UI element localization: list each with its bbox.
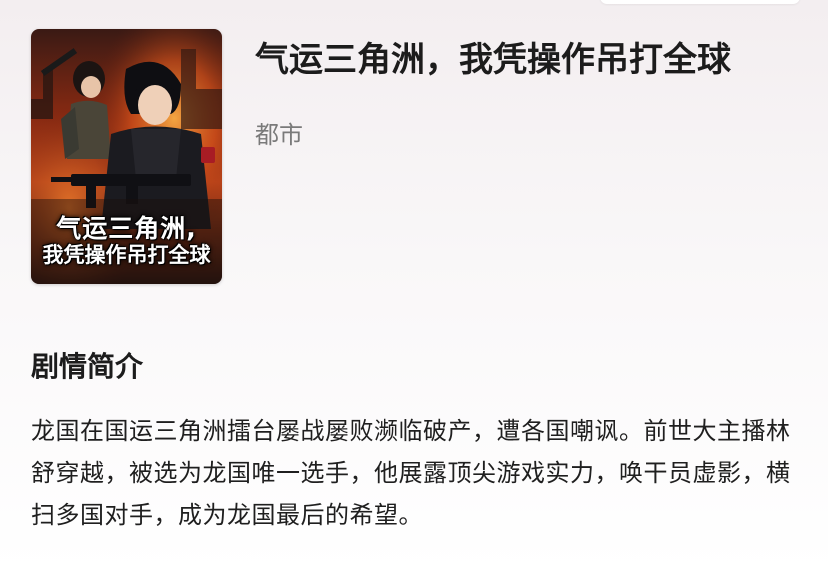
- synopsis-heading: 剧情简介: [31, 350, 144, 383]
- cover-title-line-2: 我凭操作吊打全球: [42, 243, 211, 267]
- book-cover[interactable]: 气运三角洲, 我凭操作吊打全球: [31, 29, 222, 284]
- top-pill-decoration: [600, 0, 800, 4]
- book-title: 气运三角洲，我凭操作吊打全球: [255, 40, 731, 80]
- synopsis-text: 龙国在国运三角洲擂台屡战屡败濒临破产，遭各国嘲讽。前世大主播林舒穿越，被选为龙国…: [31, 417, 791, 529]
- book-genre-tag[interactable]: 都市: [255, 121, 303, 150]
